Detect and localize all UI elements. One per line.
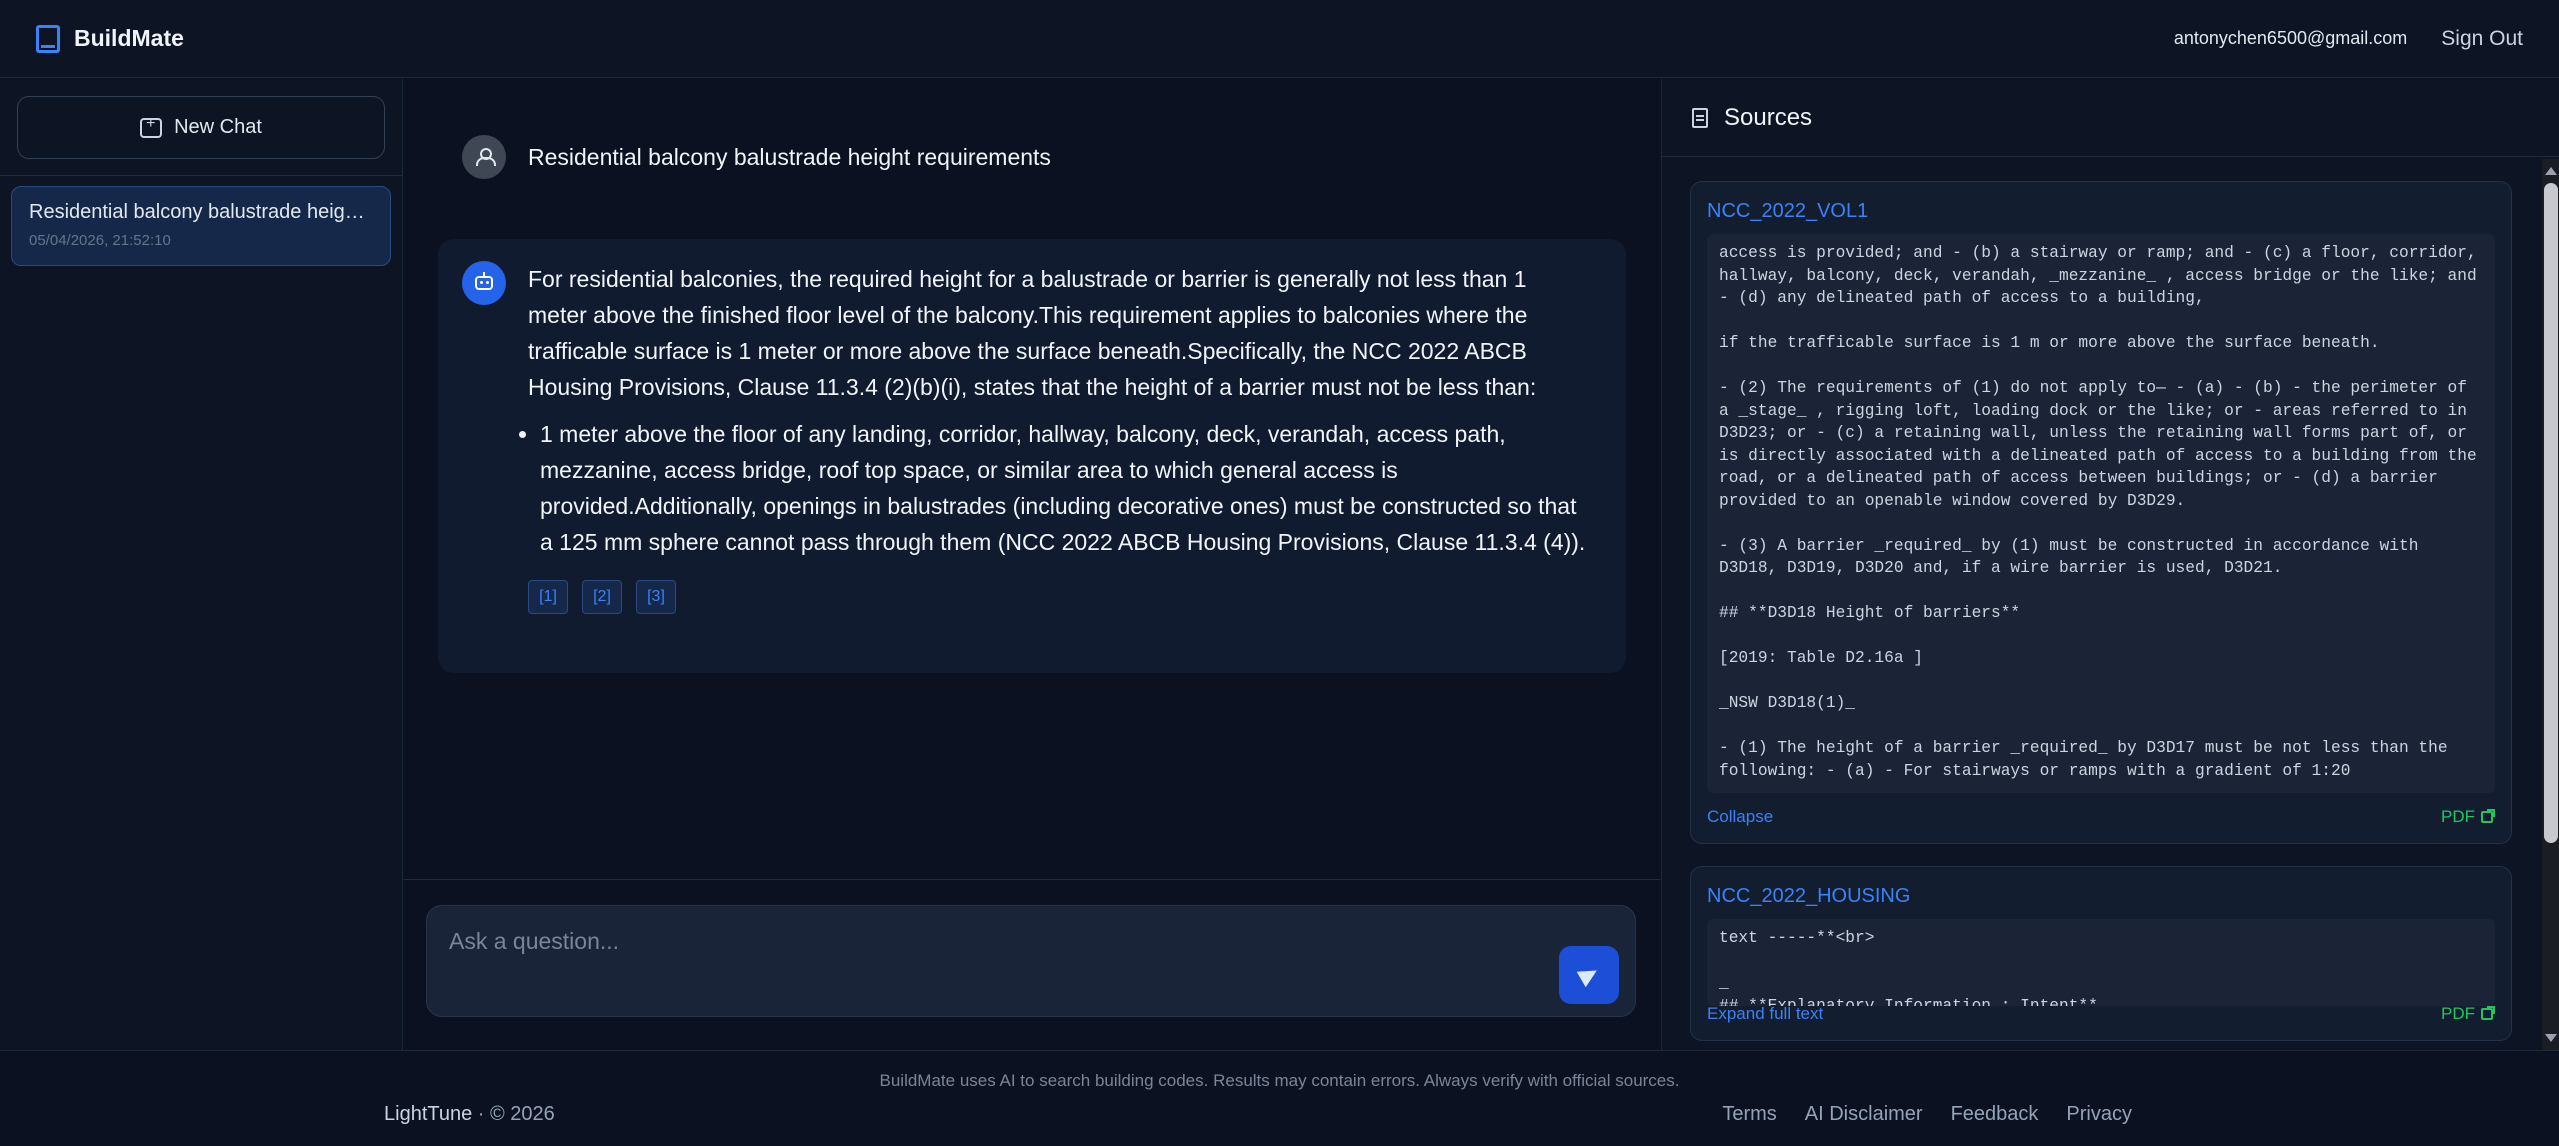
citation-button[interactable]: [1] [528,580,568,614]
pdf-link[interactable]: PDF [2441,1004,2495,1024]
send-icon [1576,962,1602,988]
user-message-text: Residential balcony balustrade height re… [528,143,1051,170]
app-name: BuildMate [74,25,184,51]
pdf-label: PDF [2441,807,2475,826]
user-avatar [462,135,506,179]
new-chat-icon [140,115,163,138]
book-icon [36,24,60,53]
source-card: NCC_2022_HOUSING text -----**<br> _ ## *… [1690,866,2512,1041]
scroll-up-arrow-icon[interactable] [2545,167,2557,175]
composer [404,879,1660,1050]
user-email: antonychen6500@gmail.com [2173,28,2408,48]
pdf-label: PDF [2441,1004,2475,1023]
source-text: access is provided; and - (b) a stairway… [1707,234,2495,793]
scroll-thumb[interactable] [2544,183,2558,843]
feedback-link[interactable]: Feedback [1951,1103,2039,1126]
bot-icon [475,272,493,290]
source-text: text -----**<br> _ ## **Explanatory Info… [1707,919,2495,1006]
question-input[interactable] [449,926,1449,956]
source-name[interactable]: NCC_2022_HOUSING [1707,885,1910,908]
user-icon [476,148,496,166]
history-item-timestamp: 05/04/2026, 21:52:10 [29,232,171,249]
source-name[interactable]: NCC_2022_VOL1 [1707,200,1868,223]
assistant-message-body: For residential balconies, the required … [528,261,1588,614]
sources-header: Sources [1662,79,2559,157]
new-chat-label: New Chat [174,116,262,138]
sign-out-button[interactable]: Sign Out [2441,27,2523,51]
assistant-bullet-list: 1 meter above the floor of any landing, … [500,416,1588,560]
new-chat-button[interactable]: New Chat [17,96,385,159]
sources-panel: Sources NCC_2022_VOL1 access is provided… [1661,79,2559,1050]
assistant-avatar [462,261,506,305]
assistant-paragraph: For residential balconies, the required … [528,266,1537,400]
sidebar: New Chat Residential balcony balustrade … [0,79,403,1050]
pdf-link[interactable]: PDF [2441,807,2495,827]
terms-link[interactable]: Terms [1722,1103,1776,1126]
citation-button[interactable]: [2] [582,580,622,614]
assistant-bullet: 1 meter above the floor of any landing, … [540,416,1588,560]
user-message: Residential balcony balustrade height re… [462,135,1051,179]
footer-links: Terms AI Disclaimer Feedback Privacy [1722,1103,2132,1126]
ai-disclaimer-link[interactable]: AI Disclaimer [1805,1103,1923,1126]
assistant-message: For residential balconies, the required … [438,239,1626,673]
ai-disclaimer-text: BuildMate uses AI to search building cod… [879,1071,1680,1090]
chat-panel: Residential balcony balustrade height re… [404,79,1660,879]
top-bar: BuildMate antonychen6500@gmail.com Sign … [0,0,2559,78]
external-link-icon [2481,809,2495,823]
sources-title: Sources [1724,103,1813,131]
external-link-icon [2481,1006,2495,1020]
citation-button[interactable]: [3] [636,580,676,614]
footer: BuildMate uses AI to search building cod… [0,1050,2559,1146]
copyright: LightTune · © 2026 [384,1103,555,1126]
privacy-link[interactable]: Privacy [2066,1103,2132,1126]
company-name: LightTune [384,1103,473,1125]
divider [0,175,403,176]
expand-full-text-button[interactable]: Expand full text [1707,1004,1823,1024]
copyright-year: · © 2026 [472,1103,555,1125]
collapse-button[interactable]: Collapse [1707,807,1773,827]
history-item[interactable]: Residential balcony balustrade height re… [11,186,391,266]
brand[interactable]: BuildMate [36,24,184,53]
citation-list: [1] [2] [3] [528,580,1588,614]
question-box [426,905,1636,1017]
document-icon [1692,107,1708,128]
scroll-down-arrow-icon[interactable] [2545,1034,2557,1042]
send-button[interactable] [1559,946,1619,1004]
sources-scrollbar[interactable] [2542,159,2559,1050]
history-item-title: Residential balcony balustrade height re… [29,201,373,223]
source-card: NCC_2022_VOL1 access is provided; and - … [1690,181,2512,844]
